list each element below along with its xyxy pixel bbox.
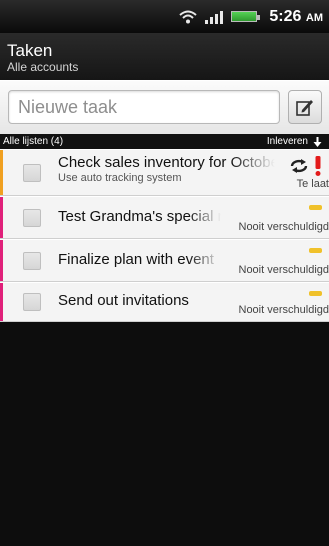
due-label: Te laat bbox=[296, 178, 329, 190]
clock: 5:26 AM bbox=[269, 8, 323, 26]
task-row[interactable]: Test Grandma's special recipe Nooit vers… bbox=[0, 196, 329, 239]
priority-indicator bbox=[0, 240, 3, 281]
clock-time: 5:26 bbox=[269, 7, 302, 25]
repeat-icon bbox=[290, 159, 308, 173]
priority-indicator bbox=[0, 197, 3, 238]
wifi-icon bbox=[179, 10, 198, 23]
page-title: Taken bbox=[7, 41, 53, 60]
empty-list-area bbox=[0, 322, 329, 546]
screen: 5:26 AM Taken Alle accounts Alle lijsten… bbox=[0, 0, 329, 546]
task-icons bbox=[289, 156, 321, 176]
new-task-bar bbox=[0, 80, 329, 134]
battery-icon bbox=[231, 11, 261, 22]
task-title: Finalize plan with event bbox=[58, 251, 214, 268]
compose-button[interactable] bbox=[288, 90, 322, 124]
task-checkbox[interactable] bbox=[23, 209, 41, 227]
status-bar: 5:26 AM bbox=[0, 0, 329, 33]
signal-icon bbox=[205, 10, 224, 24]
task-checkbox[interactable] bbox=[23, 164, 41, 182]
overdue-alert-icon bbox=[315, 156, 321, 176]
list-filter[interactable]: Alle lijsten (4) bbox=[3, 136, 63, 147]
task-title: Test Grandma's special recipe bbox=[58, 208, 221, 225]
list-header: Alle lijsten (4) Inleveren bbox=[0, 134, 329, 149]
priority-dash-icon bbox=[309, 248, 322, 253]
priority-dash-icon bbox=[309, 205, 322, 210]
account-subtitle[interactable]: Alle accounts bbox=[7, 60, 329, 74]
task-title: Send out invitations bbox=[58, 292, 189, 309]
task-row[interactable]: Check sales inventory for October Use au… bbox=[0, 149, 329, 196]
title-area: Taken Alle accounts bbox=[0, 33, 329, 80]
task-list: Check sales inventory for October Use au… bbox=[0, 149, 329, 322]
priority-indicator bbox=[0, 150, 3, 195]
task-checkbox[interactable] bbox=[23, 252, 41, 270]
new-task-input[interactable] bbox=[8, 90, 280, 124]
sort-label: Inleveren bbox=[266, 136, 308, 147]
task-checkbox[interactable] bbox=[23, 293, 41, 311]
task-row[interactable]: Finalize plan with event Nooit verschuld… bbox=[0, 239, 329, 282]
priority-indicator bbox=[0, 283, 3, 321]
arrow-down-icon bbox=[313, 136, 322, 147]
priority-dash-icon bbox=[309, 291, 322, 296]
edit-icon bbox=[296, 100, 313, 116]
task-note: Use auto tracking system bbox=[58, 172, 182, 184]
due-label: Nooit verschuldigd bbox=[238, 264, 329, 276]
sort-button[interactable]: Inleveren bbox=[267, 136, 322, 147]
clock-ampm: AM bbox=[305, 11, 323, 24]
task-title: Check sales inventory for October bbox=[58, 154, 275, 171]
due-label: Nooit verschuldigd bbox=[238, 304, 329, 316]
due-label: Nooit verschuldigd bbox=[238, 221, 329, 233]
task-row[interactable]: Send out invitations Nooit verschuldigd bbox=[0, 282, 329, 322]
